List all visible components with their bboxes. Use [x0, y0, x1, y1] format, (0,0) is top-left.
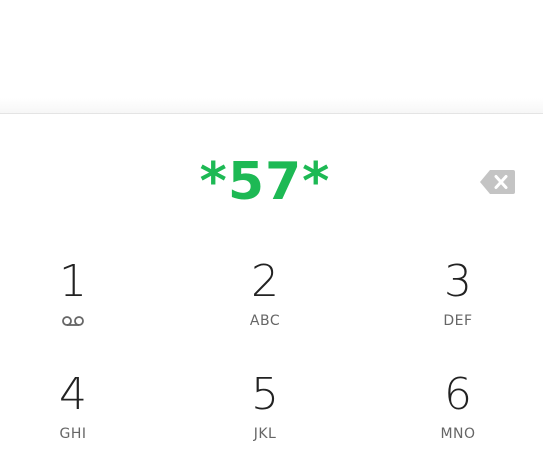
key-4[interactable]: 4 GHI [3, 367, 143, 459]
key-letters: JKL [253, 426, 277, 442]
key-letters: ABC [249, 313, 281, 329]
backspace-icon [480, 170, 515, 194]
key-digit: 3 [444, 256, 472, 307]
key-letters: GHI [59, 426, 87, 442]
key-digit: 1 [59, 256, 87, 307]
key-digit: 2 [251, 256, 279, 307]
backspace-button[interactable] [480, 169, 516, 195]
key-letters: MNO [440, 426, 476, 442]
key-2[interactable]: 2 ABC [195, 254, 335, 346]
dialpad-divider [0, 113, 543, 114]
dialed-number-display[interactable]: *57* [0, 150, 530, 214]
key-1[interactable]: 1 [3, 254, 143, 346]
key-digit: 5 [251, 369, 279, 420]
key-5[interactable]: 5 JKL [195, 367, 335, 459]
call-log-area [0, 0, 543, 98]
panel-shadow [0, 98, 543, 114]
key-6[interactable]: 6 MNO [388, 367, 528, 459]
voicemail-icon [3, 312, 143, 330]
key-digit: 6 [444, 369, 472, 420]
key-digit: 4 [59, 369, 87, 420]
key-letters: DEF [443, 313, 473, 329]
key-3[interactable]: 3 DEF [388, 254, 528, 346]
